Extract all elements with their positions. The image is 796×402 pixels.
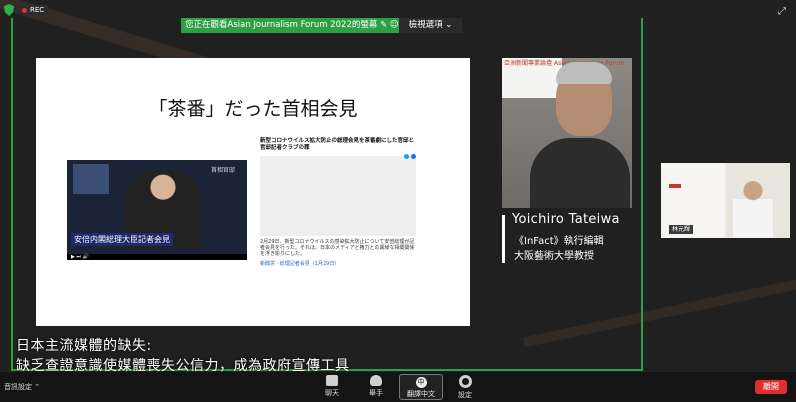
name-card-bar	[502, 215, 505, 263]
speaker-body	[530, 138, 630, 208]
meeting-stage: REC ⤢ 您正在觀看Asian Journalism Forum 2022的螢…	[0, 0, 796, 372]
video-caption: 安倍内閣総理大臣記者会見	[71, 233, 173, 246]
recording-indicator: REC	[4, 4, 50, 16]
banner-text: 您正在觀看Asian Journalism Forum 2022的螢幕	[185, 20, 378, 30]
view-options-label: 檢視選項	[408, 20, 443, 30]
shared-slide: 「茶番」だった首相会見 首相官邸 安倍内閣総理大臣記者会見 ▶ ⏭ 🔊 新型コロ…	[36, 58, 470, 326]
rec-label: REC	[30, 6, 45, 14]
view-options-button[interactable]: 檢視選項 ⌄	[399, 18, 462, 33]
twitter-icon[interactable]	[404, 154, 409, 159]
raise-hand-label: 舉手	[369, 389, 383, 397]
participant-name-tag: 林元輝	[669, 225, 694, 234]
chevron-up-icon: ⌃	[34, 383, 41, 391]
pin-icon: ✎	[380, 20, 388, 30]
article-quote-box	[260, 156, 416, 236]
chat-button[interactable]: 聊天	[317, 375, 347, 398]
article-headline: 新型コロナウイルス拡大防止の総理会見を茶番劇にした官邸と官邸記者クラブの罪	[260, 138, 415, 151]
video-controls[interactable]: ▶ ⏭ 🔊	[67, 254, 247, 260]
speaker-video: 亞洲新聞專業論壇 Asian Journalism Forum	[502, 58, 632, 208]
chat-label: 聊天	[325, 389, 339, 397]
hand-icon	[370, 375, 382, 386]
chat-icon	[326, 375, 338, 386]
video-logo: 首相官邸	[210, 167, 235, 174]
subtitle-line-2: 缺乏查證意識使媒體喪失公信力，成為政府宣傳工具	[16, 358, 350, 372]
slide-title: 「茶番」だった首相会見	[148, 98, 358, 120]
participant-thumbnail[interactable]: 林元輝	[661, 163, 790, 238]
leave-button[interactable]: 離開	[755, 380, 787, 394]
record-dot-icon	[22, 7, 27, 13]
speaker-name: Yoichiro Tateiwa	[512, 212, 620, 227]
settings-label: 設定	[458, 391, 472, 399]
screen-share-banner: 您正在觀看Asian Journalism Forum 2022的螢幕 ✎ ☺	[181, 18, 399, 33]
sign-language-inset	[73, 164, 109, 194]
speaker-hair	[556, 62, 612, 84]
shield-icon[interactable]	[4, 4, 14, 16]
article-link[interactable]: 新聞労 · 総理記者会見（1月29日）	[260, 260, 416, 267]
interpretation-label: 翻譯中文	[407, 390, 435, 398]
meeting-toolbar: 音訊設定 ⌃ 聊天 舉手 設定	[0, 372, 796, 402]
gear-icon	[458, 375, 472, 388]
interpretation-button[interactable]: 中 翻譯中文	[399, 374, 443, 400]
background-stripe	[522, 262, 796, 348]
participant-figure	[733, 177, 773, 238]
press-conference-video[interactable]: 首相官邸 安倍内閣総理大臣記者会見 ▶ ⏭ 🔊	[67, 160, 247, 260]
audio-settings-label: 音訊設定	[4, 383, 32, 391]
fullscreen-icon[interactable]: ⤢	[778, 6, 786, 17]
raise-hand-button[interactable]: 舉手	[361, 375, 391, 398]
audio-settings-button[interactable]: 音訊設定 ⌃	[4, 382, 40, 392]
chevron-down-icon: ⌄	[445, 20, 453, 30]
article-text: 2月29日、新型コロナウイルスの感染拡大防止について安倍総理が記者会見を行った。…	[260, 239, 415, 257]
settings-button[interactable]: 設定	[450, 375, 480, 400]
thumbnail-logo	[669, 184, 681, 188]
subtitle-line-1: 日本主流媒體的缺失:	[16, 338, 152, 354]
social-share-icons	[404, 154, 416, 159]
smile-icon: ☺	[389, 20, 399, 30]
speaker-title-1: 《InFact》執行編輯	[514, 236, 604, 247]
rec-badge: REC	[18, 5, 50, 15]
caption-subtitle: 日本主流媒體的缺失: 缺乏查證意識使媒體喪失公信力，成為政府宣傳工具	[16, 336, 350, 372]
interpretation-icon: 中	[415, 377, 427, 388]
news-article: 新型コロナウイルス拡大防止の総理会見を茶番劇にした官邸と官邸記者クラブの罪 2月…	[260, 138, 416, 288]
facebook-icon[interactable]	[411, 154, 416, 159]
speaker-title-2: 大阪藝術大學教授	[514, 251, 594, 262]
